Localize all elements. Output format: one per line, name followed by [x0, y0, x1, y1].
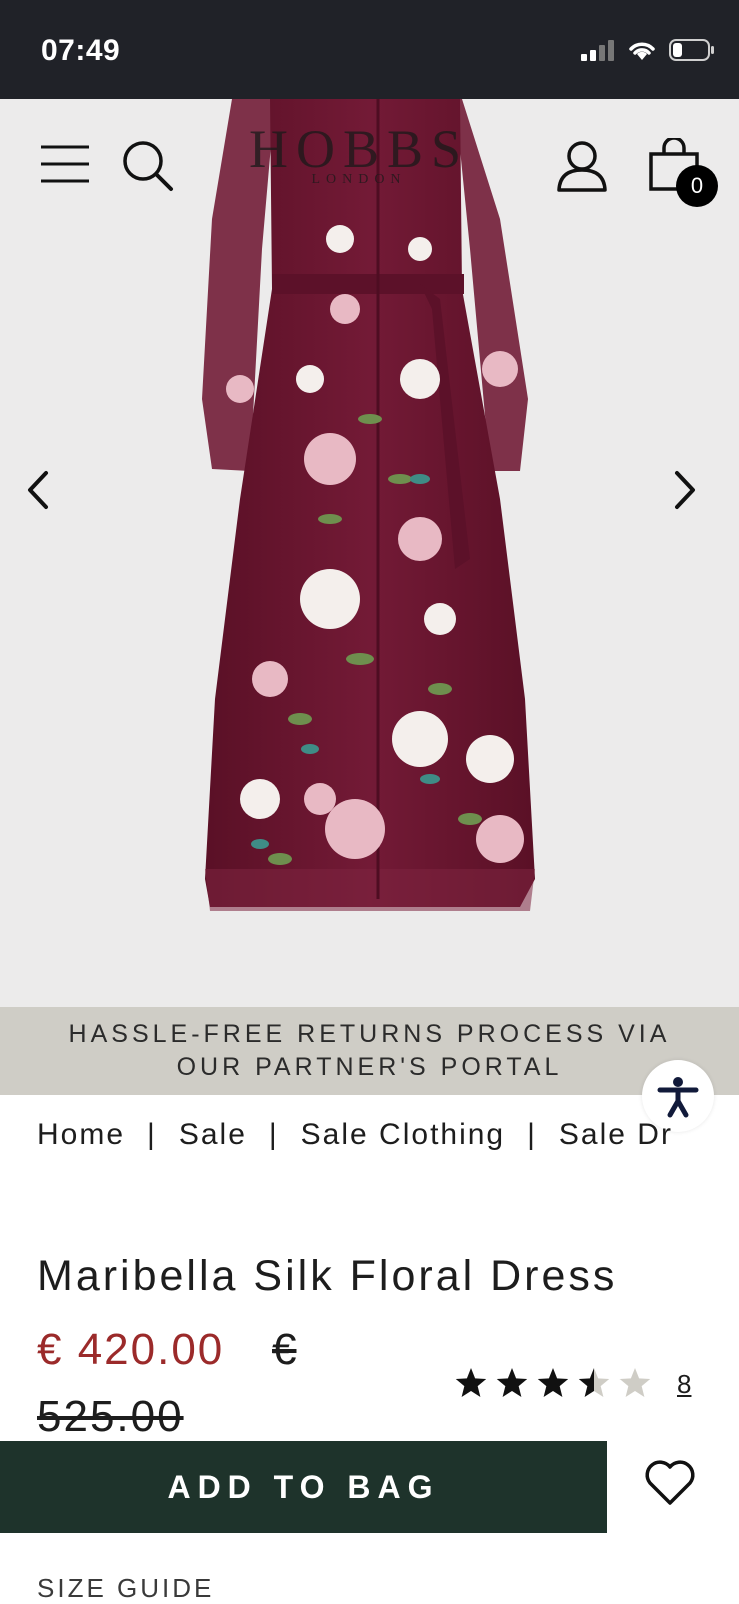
rating-star-icon [578, 1368, 610, 1397]
wifi-icon [629, 42, 655, 60]
review-count-link[interactable]: 8 [677, 1369, 691, 1400]
size-guide-link[interactable]: SIZE GUIDE [37, 1573, 214, 1604]
returns-banner[interactable]: HASSLE-FREE RETURNS PROCESS VIA OUR PART… [0, 1007, 739, 1095]
breadcrumb-sale-dresses[interactable]: Sale Dr [559, 1118, 673, 1151]
logo-wordmark: HOBBS [248, 119, 470, 179]
sale-price: € 420.00 [37, 1325, 225, 1374]
signal-icon [581, 40, 614, 61]
accessibility-icon [657, 1077, 699, 1118]
account-icon[interactable] [556, 140, 608, 192]
rating-star-icon [619, 1368, 651, 1397]
breadcrumb-separator: | [527, 1118, 537, 1151]
status-time: 07:49 [41, 34, 121, 67]
carousel-prev-icon[interactable] [18, 465, 58, 515]
banner-line-1: HASSLE-FREE RETURNS PROCESS VIA [68, 1020, 671, 1048]
breadcrumb-home[interactable]: Home [37, 1118, 125, 1151]
search-icon[interactable] [122, 140, 174, 192]
carousel-next-icon[interactable] [665, 465, 705, 515]
menu-icon[interactable] [40, 144, 90, 184]
status-icons [581, 38, 715, 62]
brand-logo[interactable]: HOBBS LONDON [244, 120, 474, 188]
product-rating[interactable]: 8 [455, 1366, 691, 1402]
breadcrumb: Home | Sale | Sale Clothing | Sale Dr [37, 1118, 703, 1152]
rating-stars [455, 1368, 651, 1397]
original-price-currency: € [272, 1325, 297, 1374]
status-bar: 07:49 [0, 0, 739, 99]
product-image-carousel[interactable] [0, 99, 739, 1007]
breadcrumb-separator: | [147, 1118, 157, 1151]
product-title: Maribella Silk Floral Dress [37, 1252, 618, 1300]
breadcrumb-sale[interactable]: Sale [179, 1118, 247, 1151]
wishlist-heart-icon[interactable] [644, 1458, 696, 1506]
banner-line-2: OUR PARTNER'S PORTAL [176, 1053, 563, 1081]
breadcrumb-sale-clothing[interactable]: Sale Clothing [301, 1118, 505, 1151]
breadcrumb-separator: | [268, 1118, 279, 1151]
cart-count-badge[interactable]: 0 [676, 165, 718, 207]
rating-star-icon [496, 1368, 528, 1397]
add-to-bag-button[interactable]: ADD TO BAG [0, 1441, 607, 1533]
rating-star-icon [537, 1368, 569, 1397]
rating-star-icon [455, 1368, 487, 1397]
original-price-amount: 525.00 [37, 1392, 184, 1441]
battery-icon [669, 39, 714, 61]
product-image [202, 99, 535, 911]
